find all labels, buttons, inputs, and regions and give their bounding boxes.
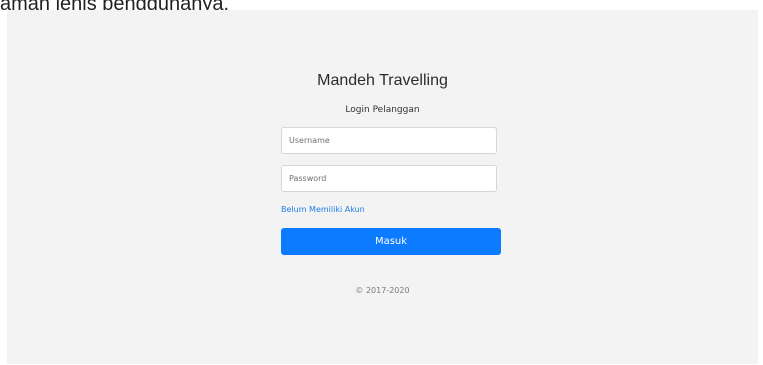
login-subtitle: Login Pelanggan (345, 105, 420, 115)
login-button[interactable]: Masuk (281, 228, 501, 255)
login-screen: Mandeh Travelling Login Pelanggan Belum … (7, 10, 758, 364)
register-link[interactable]: Belum Memiliki Akun (281, 205, 365, 214)
copyright-footer: © 2017-2020 (355, 286, 410, 295)
username-input[interactable] (281, 127, 497, 154)
password-input[interactable] (281, 165, 497, 192)
brand-title: Mandeh Travelling (317, 72, 448, 89)
